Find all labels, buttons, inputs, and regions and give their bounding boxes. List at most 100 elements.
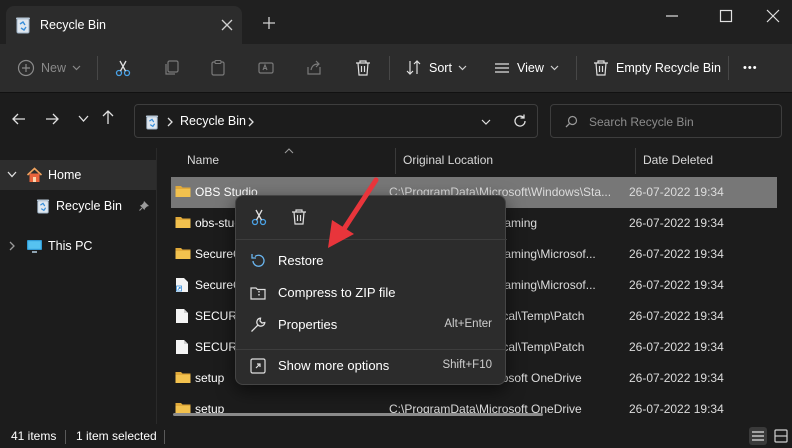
item-count: 41 items bbox=[11, 429, 57, 443]
view-button[interactable]: View bbox=[493, 44, 559, 92]
more-options-button[interactable]: ••• bbox=[743, 44, 758, 92]
more-label: ••• bbox=[743, 62, 758, 74]
rename-icon bbox=[257, 59, 275, 77]
breadcrumb-chevron-icon[interactable] bbox=[248, 117, 255, 127]
empty-recycle-bin-label: Empty Recycle Bin bbox=[616, 61, 721, 75]
date-deleted: 26-07-2022 19:34 bbox=[629, 247, 724, 261]
horizontal-scrollbar[interactable] bbox=[173, 413, 543, 416]
selection-count: 1 item selected bbox=[76, 429, 157, 443]
sort-ascending-icon bbox=[284, 148, 294, 154]
folder-icon bbox=[175, 246, 191, 260]
recycle-bin-icon bbox=[15, 16, 31, 34]
restore-icon bbox=[249, 252, 267, 270]
back-arrow-icon[interactable] bbox=[11, 111, 27, 127]
sidebar-item-label: This PC bbox=[48, 239, 93, 253]
recycle-bin-icon bbox=[36, 198, 50, 214]
scissors-icon bbox=[114, 59, 132, 77]
date-deleted: 26-07-2022 19:34 bbox=[629, 402, 724, 416]
address-history-chevron-icon[interactable] bbox=[481, 119, 491, 125]
chevron-down-icon bbox=[458, 65, 467, 71]
sort-button[interactable]: Sort bbox=[405, 44, 467, 92]
search-input[interactable]: Search Recycle Bin bbox=[550, 104, 782, 138]
sidebar-item-home[interactable]: Home bbox=[0, 160, 156, 190]
status-divider bbox=[65, 430, 66, 444]
chevron-down-icon bbox=[72, 65, 81, 71]
up-arrow-icon[interactable] bbox=[100, 109, 116, 125]
sidebar-item-label: Recycle Bin bbox=[56, 199, 122, 213]
toolbar-divider bbox=[576, 56, 577, 80]
sidebar-item-label: Home bbox=[48, 168, 82, 182]
shortcut-icon bbox=[175, 277, 189, 293]
rename-button[interactable] bbox=[257, 44, 275, 92]
sort-label: Sort bbox=[429, 61, 452, 75]
menu-item-properties[interactable]: Properties Alt+Enter bbox=[236, 309, 507, 341]
sidebar-item-this-pc[interactable]: This PC bbox=[0, 231, 156, 261]
maximize-button[interactable] bbox=[719, 9, 733, 23]
column-header-name[interactable]: Name bbox=[187, 153, 219, 167]
menu-item-label: Restore bbox=[278, 253, 324, 268]
date-deleted: 26-07-2022 19:34 bbox=[629, 371, 724, 385]
column-header-original-location[interactable]: Original Location bbox=[403, 153, 493, 167]
expand-chevron-icon[interactable] bbox=[7, 171, 17, 178]
column-divider[interactable] bbox=[395, 148, 396, 174]
trash-icon bbox=[354, 59, 372, 77]
refresh-icon[interactable] bbox=[512, 113, 528, 129]
menu-item-label: Show more options bbox=[278, 358, 390, 373]
view-label: View bbox=[517, 61, 544, 75]
menu-item-shortcut: Alt+Enter bbox=[444, 318, 492, 330]
date-deleted: 26-07-2022 19:34 bbox=[629, 216, 724, 230]
folder-icon bbox=[175, 215, 191, 229]
trash-icon[interactable] bbox=[290, 208, 308, 226]
toolbar-divider bbox=[97, 56, 98, 80]
title-bar: Recycle Bin bbox=[0, 0, 792, 44]
forward-arrow-icon[interactable] bbox=[44, 111, 60, 127]
delete-button[interactable] bbox=[354, 44, 372, 92]
clipboard-icon bbox=[209, 59, 227, 77]
column-header-date-deleted[interactable]: Date Deleted bbox=[643, 153, 713, 167]
toolbar-divider bbox=[728, 56, 729, 80]
close-window-button[interactable] bbox=[766, 9, 780, 23]
menu-item-label: Properties bbox=[278, 317, 338, 332]
more-options-icon bbox=[249, 357, 267, 375]
file-icon bbox=[175, 339, 189, 355]
date-deleted: 26-07-2022 19:34 bbox=[629, 185, 724, 199]
address-bar[interactable]: Recycle Bin bbox=[134, 104, 538, 138]
empty-recycle-bin-button[interactable]: Empty Recycle Bin bbox=[592, 44, 721, 92]
new-label: New bbox=[41, 61, 67, 75]
file-icon bbox=[175, 308, 189, 324]
cut-button[interactable] bbox=[114, 44, 132, 92]
new-button[interactable]: New bbox=[17, 44, 81, 92]
sidebar-item-recycle-bin[interactable]: Recycle Bin bbox=[0, 191, 156, 221]
wrench-icon bbox=[249, 316, 267, 334]
recent-chevron-icon[interactable] bbox=[78, 115, 89, 123]
home-icon bbox=[26, 167, 43, 183]
copy-button[interactable] bbox=[163, 44, 181, 92]
expand-chevron-icon[interactable] bbox=[9, 241, 16, 251]
date-deleted: 26-07-2022 19:34 bbox=[629, 309, 724, 323]
minimize-button[interactable] bbox=[665, 9, 679, 23]
cut-icon[interactable] bbox=[250, 208, 268, 226]
menu-item-shortcut: Shift+F10 bbox=[442, 359, 492, 371]
zip-folder-icon bbox=[249, 284, 267, 302]
status-divider bbox=[164, 430, 165, 444]
details-view-icon[interactable] bbox=[749, 427, 767, 445]
monitor-icon bbox=[26, 239, 43, 254]
pin-icon[interactable] bbox=[139, 200, 150, 211]
column-divider[interactable] bbox=[635, 148, 636, 174]
table-row[interactable]: setupC:\ProgramData\Microsoft OneDrive26… bbox=[171, 394, 777, 425]
plus-circle-icon bbox=[17, 59, 35, 77]
chevron-down-icon bbox=[550, 65, 559, 71]
command-bar: New Sort View Empty Recycle Bin ••• bbox=[0, 44, 792, 92]
folder-icon bbox=[175, 184, 191, 198]
tiles-view-icon[interactable] bbox=[772, 427, 790, 445]
menu-item-compress[interactable]: Compress to ZIP file bbox=[236, 277, 507, 309]
status-bar: 41 items 1 item selected bbox=[0, 424, 792, 448]
tab-recycle-bin[interactable]: Recycle Bin bbox=[6, 6, 242, 44]
paste-button[interactable] bbox=[209, 44, 227, 92]
breadcrumb-recycle-bin[interactable]: Recycle Bin bbox=[180, 114, 246, 128]
menu-item-show-more-options[interactable]: Show more options Shift+F10 bbox=[236, 350, 507, 382]
new-tab-button[interactable] bbox=[262, 16, 276, 30]
breadcrumb-chevron-icon[interactable] bbox=[167, 117, 174, 127]
share-button[interactable] bbox=[305, 44, 323, 92]
close-tab-icon[interactable] bbox=[221, 19, 233, 31]
